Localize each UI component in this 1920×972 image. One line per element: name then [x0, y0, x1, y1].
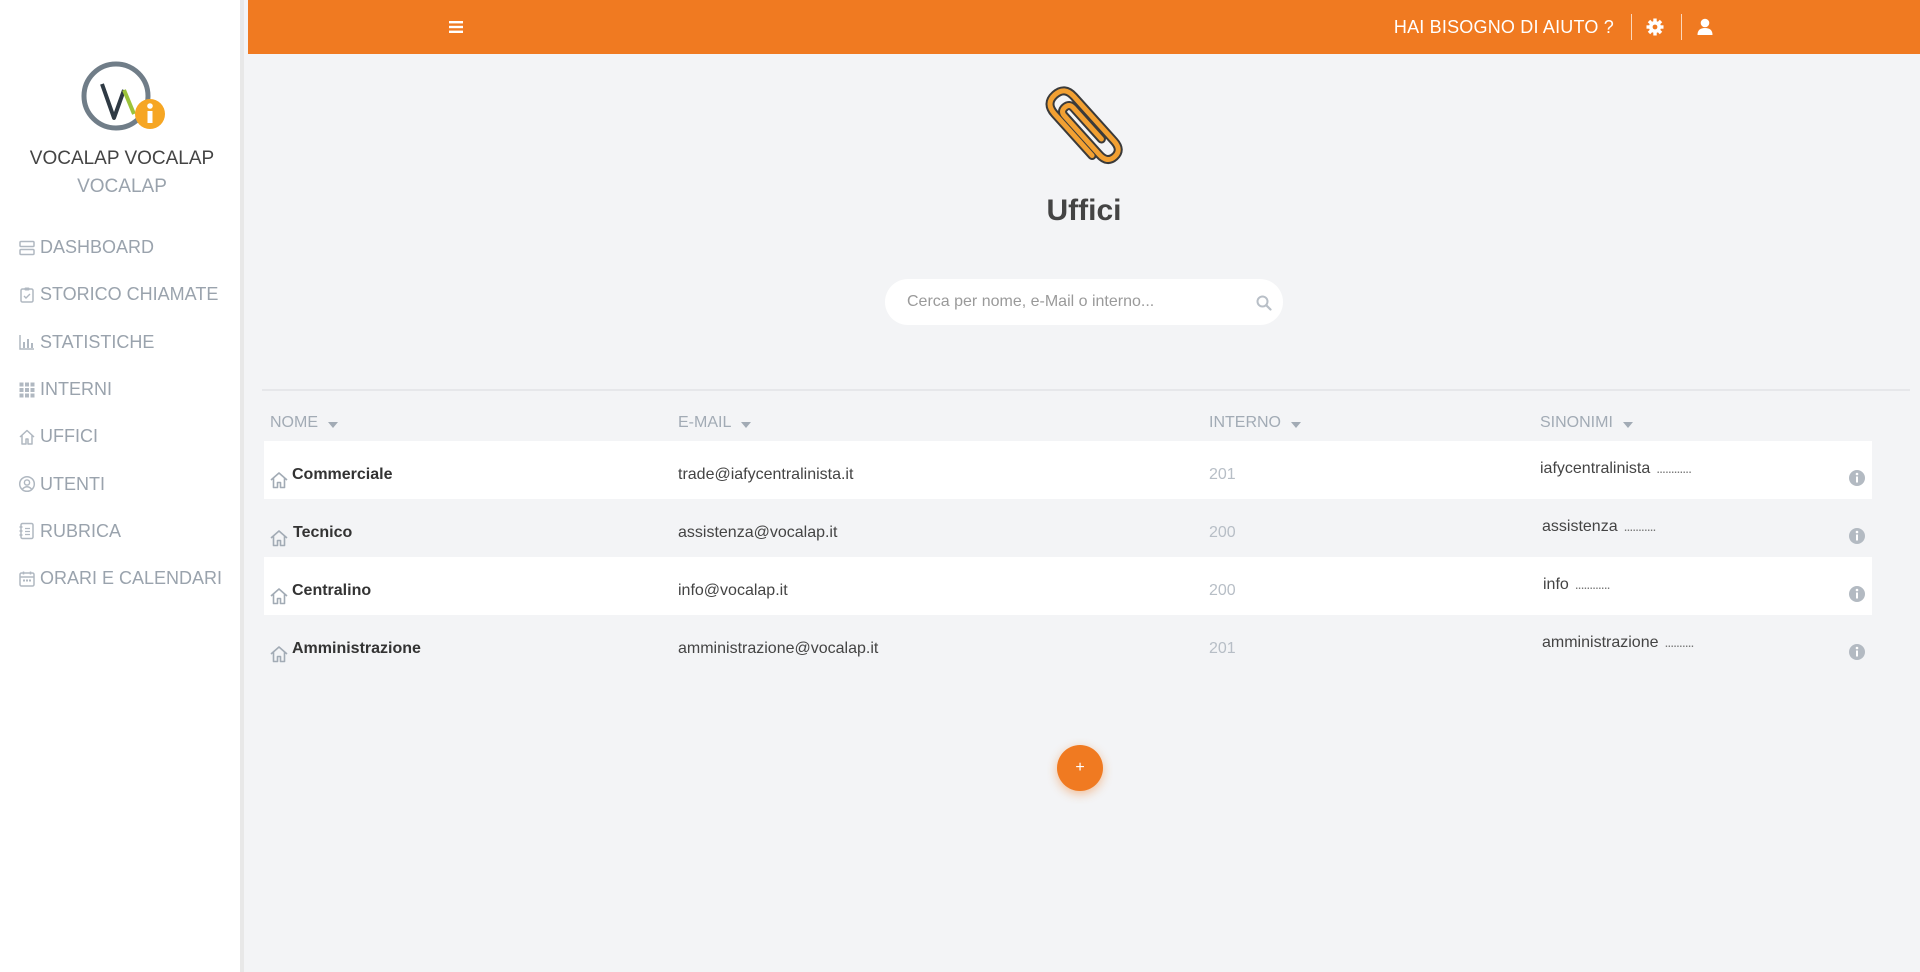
sort-caret-icon	[741, 421, 752, 428]
office-email: assistenza@vocalap.it	[678, 524, 838, 541]
table-row[interactable]: Centralino info@vocalap.it 200 info.....…	[264, 557, 1872, 615]
paperclip-icon	[1045, 86, 1123, 165]
sort-caret-icon	[328, 421, 338, 428]
table-row[interactable]: Tecnico assistenza@vocalap.it 200 assist…	[264, 499, 1872, 557]
clipboard-icon	[20, 287, 34, 303]
sidebar: VOCALAP VOCALAP VOCALAP DASHBOARD STORIC…	[0, 0, 244, 972]
address-book-icon	[19, 523, 34, 540]
help-link[interactable]: HAI BISOGNO DI AIUTO ?	[1394, 17, 1614, 38]
page-title: Uffici	[1046, 194, 1122, 227]
info-icon[interactable]	[1848, 527, 1866, 545]
sidebar-item-label: DASHBOARD	[40, 237, 155, 258]
column-header-interno[interactable]: INTERNO	[1209, 414, 1301, 432]
sort-caret-icon	[1622, 421, 1633, 428]
bar-chart-icon	[19, 335, 34, 350]
info-icon[interactable]	[1848, 469, 1866, 487]
home-icon	[19, 429, 35, 445]
office-sinonimi: info............	[1543, 576, 1610, 593]
home-icon	[270, 646, 288, 663]
info-icon[interactable]	[1848, 585, 1866, 603]
grid-icon	[19, 382, 35, 398]
info-icon[interactable]	[1848, 643, 1866, 661]
table-row[interactable]: Amministrazione amministrazione@vocalap.…	[264, 615, 1872, 673]
hamburger-menu-icon[interactable]	[446, 17, 466, 37]
sidebar-item-label: STORICO CHIAMATE	[40, 284, 219, 305]
user-icon[interactable]	[1694, 16, 1716, 38]
column-header-nome[interactable]: NOME	[270, 414, 338, 432]
search-box	[885, 279, 1283, 325]
office-email: info@vocalap.it	[678, 582, 788, 599]
vocalap-logo	[81, 61, 165, 131]
separator	[1631, 14, 1632, 40]
office-interno: 201	[1209, 640, 1236, 657]
sidebar-item-rubrica[interactable]: RUBRICA	[18, 508, 222, 555]
sort-caret-icon	[1291, 421, 1301, 428]
sidebar-item-interni[interactable]: INTERNI	[18, 366, 222, 413]
sidebar-item-label: RUBRICA	[40, 520, 122, 541]
home-icon	[270, 472, 288, 489]
office-sinonimi: iafycentralinista............	[1540, 460, 1692, 477]
gear-icon[interactable]	[1644, 16, 1666, 38]
home-icon	[270, 530, 288, 547]
sidebar-item-label: STATISTICHE	[40, 331, 155, 352]
office-name: Commerciale	[292, 466, 393, 483]
sidebar-item-label: ORARI E CALENDARI	[40, 568, 223, 589]
table-header: NOME E-MAIL INTERNO SINONIMI	[264, 414, 1872, 440]
sidebar-item-uffici[interactable]: UFFICI	[18, 413, 222, 460]
divider	[262, 389, 1910, 391]
add-office-button[interactable]: +	[1057, 745, 1103, 791]
office-name: Tecnico	[293, 524, 353, 541]
sidebar-item-label: INTERNI	[40, 379, 112, 400]
sidebar-item-dashboard[interactable]: DASHBOARD	[18, 224, 222, 271]
top-bar: HAI BISOGNO DI AIUTO ?	[248, 0, 1920, 54]
home-icon	[270, 588, 288, 605]
dashboard-icon	[19, 240, 35, 255]
sidebar-item-storico-chiamate[interactable]: STORICO CHIAMATE	[18, 271, 222, 318]
sidebar-item-utenti[interactable]: UTENTI	[18, 460, 222, 507]
office-interno: 200	[1209, 582, 1236, 599]
sidebar-item-orari-calendari[interactable]: ORARI E CALENDARI	[18, 555, 222, 602]
search-input[interactable]	[907, 279, 1237, 325]
user-name: VOCALAP VOCALAP	[29, 148, 215, 169]
office-name: Centralino	[292, 582, 372, 599]
search-icon[interactable]	[1255, 294, 1273, 312]
column-header-sinonimi[interactable]: SINONIMI	[1540, 414, 1633, 432]
office-sinonimi: amministrazione..........	[1542, 634, 1694, 651]
office-interno: 201	[1209, 466, 1236, 483]
office-name: Amministrazione	[292, 640, 421, 657]
calendar-icon	[19, 571, 35, 587]
sidebar-nav: DASHBOARD STORICO CHIAMATE STATISTICHE I…	[18, 224, 222, 602]
table-row[interactable]: Commerciale trade@iafycentralinista.it 2…	[264, 441, 1872, 499]
office-interno: 200	[1209, 524, 1236, 541]
separator	[1681, 14, 1682, 40]
sidebar-item-label: UTENTI	[40, 473, 105, 494]
column-header-email[interactable]: E-MAIL	[678, 414, 752, 432]
user-circle-icon	[18, 476, 36, 493]
office-email: trade@iafycentralinista.it	[678, 466, 854, 483]
office-sinonimi: assistenza...........	[1542, 518, 1656, 535]
office-email: amministrazione@vocalap.it	[678, 640, 879, 657]
sidebar-item-statistiche[interactable]: STATISTICHE	[18, 319, 222, 366]
sidebar-item-label: UFFICI	[40, 426, 98, 447]
